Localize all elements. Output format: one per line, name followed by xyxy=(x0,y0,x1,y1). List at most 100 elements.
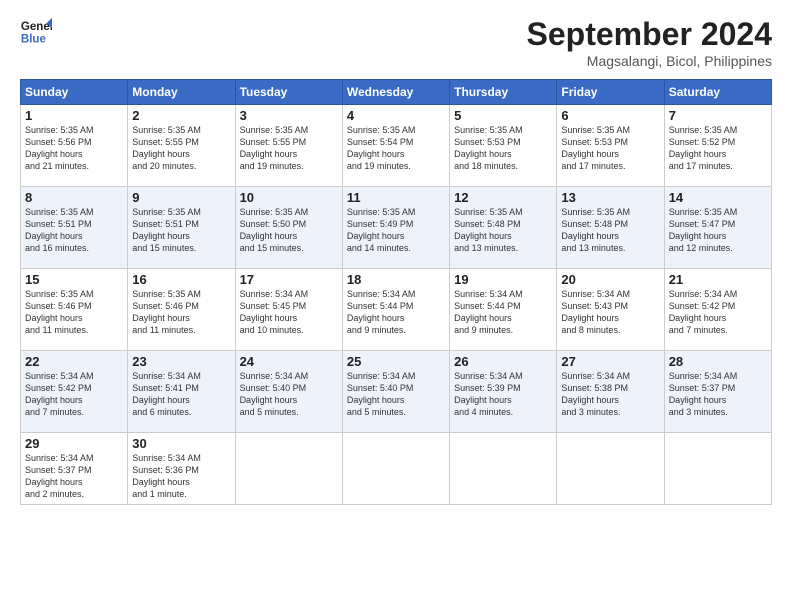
cell-details: Sunrise: 5:34 AMSunset: 5:44 PMDaylight … xyxy=(454,288,552,337)
cell-details: Sunrise: 5:34 AMSunset: 5:45 PMDaylight … xyxy=(240,288,338,337)
calendar-week-row: 1Sunrise: 5:35 AMSunset: 5:56 PMDaylight… xyxy=(21,105,772,187)
calendar-week-row: 22Sunrise: 5:34 AMSunset: 5:42 PMDayligh… xyxy=(21,351,772,433)
calendar-week-row: 29Sunrise: 5:34 AMSunset: 5:37 PMDayligh… xyxy=(21,433,772,505)
table-row: 3Sunrise: 5:35 AMSunset: 5:55 PMDaylight… xyxy=(235,105,342,187)
cell-details: Sunrise: 5:35 AMSunset: 5:48 PMDaylight … xyxy=(561,206,659,255)
cell-details: Sunrise: 5:35 AMSunset: 5:56 PMDaylight … xyxy=(25,124,123,173)
table-row: 1Sunrise: 5:35 AMSunset: 5:56 PMDaylight… xyxy=(21,105,128,187)
table-row: 24Sunrise: 5:34 AMSunset: 5:40 PMDayligh… xyxy=(235,351,342,433)
day-number: 20 xyxy=(561,272,659,287)
table-row: 22Sunrise: 5:34 AMSunset: 5:42 PMDayligh… xyxy=(21,351,128,433)
cell-details: Sunrise: 5:34 AMSunset: 5:43 PMDaylight … xyxy=(561,288,659,337)
cell-details: Sunrise: 5:34 AMSunset: 5:37 PMDaylight … xyxy=(669,370,767,419)
location-title: Magsalangi, Bicol, Philippines xyxy=(527,53,772,69)
table-row: 18Sunrise: 5:34 AMSunset: 5:44 PMDayligh… xyxy=(342,269,449,351)
day-number: 28 xyxy=(669,354,767,369)
cell-details: Sunrise: 5:34 AMSunset: 5:37 PMDaylight … xyxy=(25,452,123,501)
cell-details: Sunrise: 5:35 AMSunset: 5:50 PMDaylight … xyxy=(240,206,338,255)
table-row: 5Sunrise: 5:35 AMSunset: 5:53 PMDaylight… xyxy=(450,105,557,187)
cell-details: Sunrise: 5:34 AMSunset: 5:41 PMDaylight … xyxy=(132,370,230,419)
table-row: 6Sunrise: 5:35 AMSunset: 5:53 PMDaylight… xyxy=(557,105,664,187)
day-number: 4 xyxy=(347,108,445,123)
day-number: 23 xyxy=(132,354,230,369)
day-number: 10 xyxy=(240,190,338,205)
day-number: 30 xyxy=(132,436,230,451)
cell-details: Sunrise: 5:35 AMSunset: 5:46 PMDaylight … xyxy=(132,288,230,337)
cell-details: Sunrise: 5:35 AMSunset: 5:55 PMDaylight … xyxy=(240,124,338,173)
calendar-week-row: 8Sunrise: 5:35 AMSunset: 5:51 PMDaylight… xyxy=(21,187,772,269)
table-row: 4Sunrise: 5:35 AMSunset: 5:54 PMDaylight… xyxy=(342,105,449,187)
table-row: 23Sunrise: 5:34 AMSunset: 5:41 PMDayligh… xyxy=(128,351,235,433)
cell-details: Sunrise: 5:34 AMSunset: 5:39 PMDaylight … xyxy=(454,370,552,419)
cell-details: Sunrise: 5:34 AMSunset: 5:40 PMDaylight … xyxy=(347,370,445,419)
day-number: 27 xyxy=(561,354,659,369)
table-row: 27Sunrise: 5:34 AMSunset: 5:38 PMDayligh… xyxy=(557,351,664,433)
day-number: 21 xyxy=(669,272,767,287)
cell-details: Sunrise: 5:34 AMSunset: 5:40 PMDaylight … xyxy=(240,370,338,419)
table-row xyxy=(450,433,557,505)
header-tuesday: Tuesday xyxy=(235,80,342,105)
day-number: 26 xyxy=(454,354,552,369)
table-row xyxy=(235,433,342,505)
header-thursday: Thursday xyxy=(450,80,557,105)
table-row xyxy=(557,433,664,505)
cell-details: Sunrise: 5:35 AMSunset: 5:53 PMDaylight … xyxy=(561,124,659,173)
day-number: 9 xyxy=(132,190,230,205)
day-number: 1 xyxy=(25,108,123,123)
day-number: 12 xyxy=(454,190,552,205)
cell-details: Sunrise: 5:34 AMSunset: 5:36 PMDaylight … xyxy=(132,452,230,501)
header-saturday: Saturday xyxy=(664,80,771,105)
day-number: 7 xyxy=(669,108,767,123)
day-number: 2 xyxy=(132,108,230,123)
day-number: 15 xyxy=(25,272,123,287)
table-row xyxy=(664,433,771,505)
calendar-table: Sunday Monday Tuesday Wednesday Thursday… xyxy=(20,79,772,505)
svg-text:Blue: Blue xyxy=(21,34,47,46)
cell-details: Sunrise: 5:35 AMSunset: 5:52 PMDaylight … xyxy=(669,124,767,173)
table-row: 28Sunrise: 5:34 AMSunset: 5:37 PMDayligh… xyxy=(664,351,771,433)
table-row: 20Sunrise: 5:34 AMSunset: 5:43 PMDayligh… xyxy=(557,269,664,351)
day-number: 14 xyxy=(669,190,767,205)
day-number: 11 xyxy=(347,190,445,205)
table-row: 2Sunrise: 5:35 AMSunset: 5:55 PMDaylight… xyxy=(128,105,235,187)
weekday-header-row: Sunday Monday Tuesday Wednesday Thursday… xyxy=(21,80,772,105)
cell-details: Sunrise: 5:35 AMSunset: 5:46 PMDaylight … xyxy=(25,288,123,337)
table-row xyxy=(342,433,449,505)
table-row: 14Sunrise: 5:35 AMSunset: 5:47 PMDayligh… xyxy=(664,187,771,269)
day-number: 5 xyxy=(454,108,552,123)
table-row: 8Sunrise: 5:35 AMSunset: 5:51 PMDaylight… xyxy=(21,187,128,269)
day-number: 19 xyxy=(454,272,552,287)
logo: General Blue xyxy=(20,16,52,48)
cell-details: Sunrise: 5:35 AMSunset: 5:55 PMDaylight … xyxy=(132,124,230,173)
day-number: 6 xyxy=(561,108,659,123)
table-row: 21Sunrise: 5:34 AMSunset: 5:42 PMDayligh… xyxy=(664,269,771,351)
table-row: 29Sunrise: 5:34 AMSunset: 5:37 PMDayligh… xyxy=(21,433,128,505)
cell-details: Sunrise: 5:34 AMSunset: 5:42 PMDaylight … xyxy=(25,370,123,419)
table-row: 17Sunrise: 5:34 AMSunset: 5:45 PMDayligh… xyxy=(235,269,342,351)
table-row: 25Sunrise: 5:34 AMSunset: 5:40 PMDayligh… xyxy=(342,351,449,433)
cell-details: Sunrise: 5:35 AMSunset: 5:48 PMDaylight … xyxy=(454,206,552,255)
header-sunday: Sunday xyxy=(21,80,128,105)
day-number: 18 xyxy=(347,272,445,287)
day-number: 25 xyxy=(347,354,445,369)
month-title: September 2024 xyxy=(527,16,772,53)
day-number: 16 xyxy=(132,272,230,287)
table-row: 13Sunrise: 5:35 AMSunset: 5:48 PMDayligh… xyxy=(557,187,664,269)
table-row: 11Sunrise: 5:35 AMSunset: 5:49 PMDayligh… xyxy=(342,187,449,269)
day-number: 29 xyxy=(25,436,123,451)
cell-details: Sunrise: 5:34 AMSunset: 5:42 PMDaylight … xyxy=(669,288,767,337)
table-row: 12Sunrise: 5:35 AMSunset: 5:48 PMDayligh… xyxy=(450,187,557,269)
table-row: 30Sunrise: 5:34 AMSunset: 5:36 PMDayligh… xyxy=(128,433,235,505)
cell-details: Sunrise: 5:35 AMSunset: 5:54 PMDaylight … xyxy=(347,124,445,173)
day-number: 22 xyxy=(25,354,123,369)
day-number: 8 xyxy=(25,190,123,205)
title-area: September 2024 Magsalangi, Bicol, Philip… xyxy=(527,16,772,69)
table-row: 7Sunrise: 5:35 AMSunset: 5:52 PMDaylight… xyxy=(664,105,771,187)
header-monday: Monday xyxy=(128,80,235,105)
cell-details: Sunrise: 5:35 AMSunset: 5:49 PMDaylight … xyxy=(347,206,445,255)
header-wednesday: Wednesday xyxy=(342,80,449,105)
day-number: 13 xyxy=(561,190,659,205)
page: General Blue September 2024 Magsalangi, … xyxy=(0,0,792,612)
table-row: 16Sunrise: 5:35 AMSunset: 5:46 PMDayligh… xyxy=(128,269,235,351)
table-row: 15Sunrise: 5:35 AMSunset: 5:46 PMDayligh… xyxy=(21,269,128,351)
